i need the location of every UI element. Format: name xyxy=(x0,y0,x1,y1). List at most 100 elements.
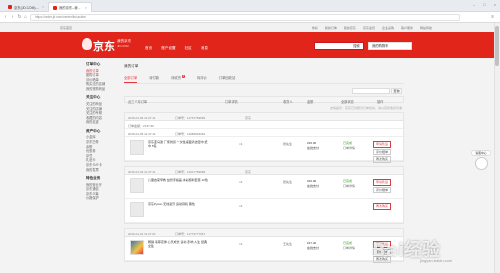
product-name[interactable]: 儿童启蒙早教 益智手指画 水彩颜料套装 12色 xyxy=(148,178,208,182)
sidebar-item[interactable]: 我的发票 xyxy=(86,168,121,173)
header-nav-item[interactable]: 首页 xyxy=(145,46,152,51)
order-item-row: 儿童启蒙早教 益智手指画 水彩颜料套装 12色 ×1 张先生 ¥40.00 在线支付 已完… xyxy=(125,175,403,199)
order-action-button[interactable]: 申请售后 xyxy=(373,141,391,148)
order-total: ¥36.00 在线支付 xyxy=(307,141,319,150)
sidebar-group: 特色业务 我的营业厅 京东通信 京东众筹 价格保护 xyxy=(86,176,121,201)
order-action-button[interactable]: 评价晒单 xyxy=(373,148,391,156)
main-content: 我的订单 全部订单 待付款 待收货 1 待评价 订单回收站 查询 近三个月订单 订单详情 收货… xyxy=(124,64,404,266)
site-header: 京东 我的京东 JD.COM 首页 账户设置 社区 消息 搜索 我的购物车 xyxy=(0,32,494,58)
order-filter-tab[interactable]: 订单回收站 xyxy=(219,75,235,80)
sidebar-group: 关注中心 关注的商品 关注的店铺 关注的专辑 收藏的内容 我的足迹 xyxy=(86,95,121,124)
order-actions: 申请售后 评价晒单 xyxy=(373,179,391,194)
jd-home-link[interactable]: 京东首页 xyxy=(60,26,72,30)
payment-method: 在线支付 xyxy=(307,245,320,250)
search-button[interactable]: 搜索 xyxy=(350,42,364,50)
order-item-row: 京东亚马逊 厂家供货 一次性桌面清洁湿巾 纸巾 5包 ×1 张先生 ¥36.00 在线支… xyxy=(125,137,403,164)
order-search-button[interactable]: 查询 xyxy=(391,88,402,94)
sidebar-item[interactable]: 我的常购商品 xyxy=(86,87,121,92)
browser-tab-2[interactable]: 我的京东--我... × xyxy=(48,2,92,12)
payment-method: 在线支付 xyxy=(307,145,320,150)
toplink[interactable]: 你好 xyxy=(312,26,318,30)
order-subheader: 订单金额：¥137.50 xyxy=(125,121,403,129)
order-filter-tab[interactable]: 待付款 xyxy=(149,75,159,80)
order-actions: 申请售后 评价晒单 再次购买 xyxy=(373,141,391,164)
order-card: 2016-01-06 11:27:11 订单号：11767769699 京东 订单金额… xyxy=(124,112,404,164)
toplink[interactable]: 企业采购 xyxy=(382,26,394,30)
sub-order-number[interactable]: 订单号：11684602262 xyxy=(175,132,205,136)
tab-label: 京东(JD.COM)-... xyxy=(14,5,40,10)
order-number[interactable]: 订单号：11767769699 xyxy=(175,116,205,120)
logo-subtitle-en: JD.COM xyxy=(117,44,129,48)
order-detail-link[interactable]: 订单详情 xyxy=(343,246,355,251)
back-icon[interactable]: ‹ xyxy=(2,14,9,21)
site-toplinks: 京东首页 你好 我的订单 我的京东 京东会员 企业采购 客户服务 网站导航 xyxy=(0,23,494,32)
watermark-url: jingyan.baidu.com xyxy=(420,258,453,263)
order-action-button[interactable]: 申请售后 xyxy=(373,179,391,186)
product-thumbnail[interactable] xyxy=(130,202,144,217)
close-window-icon[interactable]: × xyxy=(494,2,496,7)
sidebar-item[interactable]: 价格保护 xyxy=(86,196,121,201)
order-filter-tab[interactable]: 待收货 1 xyxy=(171,75,185,80)
sidebar-group-title: 订单中心 xyxy=(86,62,101,66)
order-action-button[interactable]: 评价晒单 xyxy=(373,186,391,194)
order-action-button[interactable]: 再次购买 xyxy=(373,203,391,210)
order-status: 已完成 订单详情 xyxy=(343,141,355,150)
order-number[interactable]: 订单号：11773777067 xyxy=(175,232,205,236)
sidebar-group-title: 关注中心 xyxy=(86,95,101,100)
product-name[interactable]: 京东Pyson 无线蓝牙 运动耳机 黑色 xyxy=(148,202,208,206)
sidebar-item[interactable]: 我的足迹 xyxy=(86,120,121,125)
forward-icon[interactable]: › xyxy=(9,14,16,21)
notice: 友情提示：京东已对部分订单合并，请以实际收货为准 xyxy=(124,103,404,112)
product-name[interactable]: 京东亚马逊 厂家供货 一次性桌面清洁湿巾 纸巾 5包 xyxy=(148,140,208,148)
order-action-button[interactable]: 再次购买 xyxy=(373,156,391,163)
minimize-icon[interactable]: – xyxy=(473,2,475,7)
payment-method: 在线支付 xyxy=(307,183,320,188)
product-thumbnail[interactable] xyxy=(130,178,144,193)
order-header: 2016-01-06 11:27:11 订单号：11767769699 京东 xyxy=(125,113,403,121)
browser-tab-1[interactable]: 京东(JD.COM)-... × xyxy=(4,2,48,12)
floating-help[interactable]: 客服中心 xyxy=(471,150,493,172)
header-nav-item[interactable]: 社区 xyxy=(185,46,192,51)
order-number[interactable]: 订单号：11617759968 xyxy=(175,170,205,174)
scrollbar-thumb[interactable] xyxy=(495,26,499,66)
toplink[interactable]: 我的京东 xyxy=(344,26,356,30)
toplink[interactable]: 京东会员 xyxy=(363,26,375,30)
order-header: 2016-01-01 11:27:01 订单号：11773777067 xyxy=(125,229,403,237)
product-thumbnail[interactable] xyxy=(130,140,144,155)
toplink[interactable]: 我的订单 xyxy=(325,26,337,30)
product-name[interactable]: 畅销 墨菲定律 心灵成长 读书 影响 人生 经典 全集 xyxy=(148,240,208,248)
header-nav-item[interactable]: 账户设置 xyxy=(161,46,175,51)
sidebar-group-title: 特色业务 xyxy=(86,176,101,181)
order-list: 2016-01-06 11:27:11 订单号：11767769699 京东 订单金额… xyxy=(124,112,404,263)
order-filter-tab[interactable]: 待评价 xyxy=(197,75,207,80)
browser-menu-icon[interactable]: ≡ xyxy=(491,14,494,21)
order-shop[interactable]: 京东 xyxy=(245,170,251,174)
tab-close-icon[interactable]: × xyxy=(85,6,87,10)
product-thumbnail[interactable] xyxy=(130,240,144,255)
cart-button[interactable]: 我的购物车 xyxy=(368,42,412,50)
order-detail-link[interactable]: 订单详情 xyxy=(343,146,355,151)
tab-close-icon[interactable]: × xyxy=(42,5,44,9)
order-search-input[interactable] xyxy=(352,88,390,94)
filter-label: 待收货 xyxy=(171,76,181,80)
help-bubble[interactable]: 客服中心 xyxy=(471,150,491,156)
product-quantity: ×1 xyxy=(239,142,243,146)
order-total: ¥47.40 在线支付 xyxy=(307,241,319,250)
sidebar-group: 订单中心 我的订单 团购订单 评价晒单 购买过的店铺 我的常购商品 xyxy=(86,62,121,91)
order-detail-link[interactable]: 订单详情 xyxy=(343,184,355,189)
jd-logo[interactable]: 京东 xyxy=(93,38,115,54)
order-filter-tab[interactable]: 全部订单 xyxy=(124,75,138,83)
toplink[interactable]: 网站导航 xyxy=(420,26,432,30)
home-icon[interactable]: ⌂ xyxy=(22,14,29,21)
url-input[interactable]: https://order.jd.com/center/list.action xyxy=(30,14,460,21)
order-card: 2016-01-03 11:47:11 订单号：11617759968 京东 儿童启蒙… xyxy=(124,166,404,224)
header-nav-item[interactable]: 消息 xyxy=(201,46,208,51)
order-shop[interactable]: 京东 xyxy=(245,116,251,120)
jd-favicon-icon xyxy=(8,5,12,9)
toplink[interactable]: 客户服务 xyxy=(401,26,413,30)
notice-text: 友情提示：京东已对部分订单合并，请以实际收货为准 xyxy=(329,106,402,110)
order-filter-tabs: 全部订单 待付款 待收货 1 待评价 订单回收站 xyxy=(124,75,404,84)
maximize-icon[interactable]: □ xyxy=(483,2,485,7)
jd-mascot-icon xyxy=(475,157,488,170)
header-nav: 首页 账户设置 社区 消息 xyxy=(145,46,208,51)
